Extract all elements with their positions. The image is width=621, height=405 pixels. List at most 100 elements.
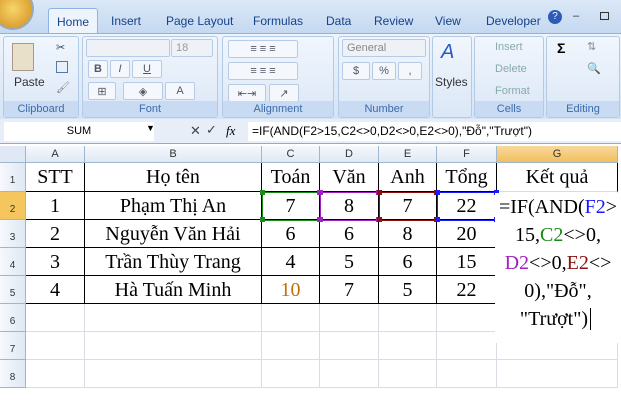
indent-buttons[interactable]: ⇤⇥ <box>228 84 266 102</box>
cell-F6[interactable] <box>437 304 497 332</box>
row-header-8[interactable]: 8 <box>0 360 26 388</box>
tab-review[interactable]: Review <box>366 8 421 34</box>
ref-handle[interactable] <box>318 190 323 195</box>
cell-A8[interactable] <box>26 360 85 388</box>
cell-G2-editor[interactable]: =IF(AND(F2> 15,C2<>0, D2<>0,E2<> 0),"Đỗ", "T… <box>495 193 621 343</box>
vertical-align-buttons[interactable]: ≡ ≡ ≡ <box>228 40 298 58</box>
cell-F5[interactable]: 22 <box>437 276 497 304</box>
paste-button[interactable]: Paste <box>14 75 45 89</box>
column-header-E[interactable]: E <box>379 146 437 163</box>
orientation-button[interactable]: ↗ <box>269 84 299 102</box>
cell-A6[interactable] <box>26 304 85 332</box>
ref-handle[interactable] <box>377 190 382 195</box>
copy-icon[interactable] <box>56 61 68 73</box>
cell-C6[interactable] <box>262 304 320 332</box>
help-icon[interactable]: ? <box>548 10 562 24</box>
select-all-button[interactable] <box>0 146 26 163</box>
column-header-B[interactable]: B <box>85 146 262 163</box>
enter-icon[interactable]: ✓ <box>206 122 217 138</box>
row-header-5[interactable]: 5 <box>0 276 26 304</box>
restore-icon[interactable] <box>600 12 609 20</box>
cell-F3[interactable]: 20 <box>437 220 497 248</box>
number-format-select[interactable]: General <box>342 39 426 57</box>
ref-handle[interactable] <box>377 217 382 222</box>
column-header-D[interactable]: D <box>320 146 379 163</box>
cell-D8[interactable] <box>320 360 379 388</box>
cell-C8[interactable] <box>262 360 320 388</box>
cell-C5[interactable]: 10 <box>262 276 320 304</box>
cell-F8[interactable] <box>437 360 497 388</box>
minimize-icon[interactable]: – <box>573 10 579 22</box>
font-size-select[interactable]: 18 <box>171 39 213 57</box>
comma-button[interactable]: , <box>398 62 422 80</box>
delete-cells-button[interactable]: Delete <box>495 63 527 75</box>
fill-color-button[interactable]: ◈ <box>123 82 163 100</box>
cut-icon[interactable]: ✂ <box>56 41 65 54</box>
row-header-6[interactable]: 6 <box>0 304 26 332</box>
formula-input[interactable]: =IF(AND(F2>15,C2<>0,D2<>0,E2<>0),"Đỗ","T… <box>248 122 621 141</box>
ref-handle[interactable] <box>435 190 440 195</box>
insert-function-button[interactable]: fx <box>226 123 235 139</box>
format-cells-button[interactable]: Format <box>495 85 530 97</box>
name-box-dropdown-icon[interactable]: ▼ <box>146 123 155 133</box>
column-header-C[interactable]: C <box>262 146 320 163</box>
cell-E4[interactable]: 6 <box>379 248 437 276</box>
tab-view[interactable]: View <box>427 8 469 34</box>
cell-E1[interactable]: Anh <box>379 163 437 192</box>
cell-E6[interactable] <box>379 304 437 332</box>
cell-E5[interactable]: 5 <box>379 276 437 304</box>
office-button[interactable] <box>0 0 34 30</box>
font-name-select[interactable] <box>86 39 170 57</box>
cell-D1[interactable]: Văn <box>320 163 379 192</box>
cell-B2[interactable]: Phạm Thị An <box>85 192 262 220</box>
ref-handle[interactable] <box>435 217 440 222</box>
cell-C1[interactable]: Toán <box>262 163 320 192</box>
cell-A3[interactable]: 2 <box>26 220 85 248</box>
ref-handle[interactable] <box>260 217 265 222</box>
font-color-button[interactable]: A <box>165 82 195 100</box>
cell-D4[interactable]: 5 <box>320 248 379 276</box>
cell-C3[interactable]: 6 <box>262 220 320 248</box>
cell-E3[interactable]: 8 <box>379 220 437 248</box>
cell-A4[interactable]: 3 <box>26 248 85 276</box>
cell-B6[interactable] <box>85 304 262 332</box>
tab-page-layout[interactable]: Page Layout <box>158 8 241 34</box>
cell-A2[interactable]: 1 <box>26 192 85 220</box>
cell-E8[interactable] <box>379 360 437 388</box>
column-header-A[interactable]: A <box>26 146 85 163</box>
tab-insert[interactable]: Insert <box>103 8 149 34</box>
currency-button[interactable]: $ <box>342 62 370 80</box>
name-box[interactable]: SUM <box>4 122 154 141</box>
tab-home[interactable]: Home <box>48 8 99 34</box>
italic-button[interactable]: I <box>110 60 130 78</box>
horizontal-align-buttons[interactable]: ≡ ≡ ≡ <box>228 62 298 80</box>
cell-D6[interactable] <box>320 304 379 332</box>
cell-F1[interactable]: Tổng <box>437 163 497 192</box>
format-painter-icon[interactable]: 🖌 <box>56 81 70 94</box>
underline-button[interactable]: U <box>132 60 162 78</box>
cell-B7[interactable] <box>85 332 262 360</box>
row-header-7[interactable]: 7 <box>0 332 26 360</box>
cell-E7[interactable] <box>379 332 437 360</box>
cell-B3[interactable]: Nguyễn Văn Hải <box>85 220 262 248</box>
bold-button[interactable]: B <box>88 60 108 78</box>
borders-button[interactable]: ⊞ <box>88 82 116 100</box>
ref-handle[interactable] <box>318 217 323 222</box>
row-header-2[interactable]: 2 <box>0 192 26 220</box>
insert-cells-button[interactable]: Insert <box>495 41 523 53</box>
cell-G8[interactable] <box>497 360 618 388</box>
cell-G1[interactable]: Kết quả <box>497 163 618 192</box>
row-header-3[interactable]: 3 <box>0 220 26 248</box>
tab-data[interactable]: Data <box>318 8 359 34</box>
cell-B8[interactable] <box>85 360 262 388</box>
autosum-button[interactable]: Σ <box>557 40 565 56</box>
ref-handle[interactable] <box>260 190 265 195</box>
cell-D7[interactable] <box>320 332 379 360</box>
cell-F4[interactable]: 15 <box>437 248 497 276</box>
styles-button[interactable]: Styles <box>435 75 468 89</box>
cell-C4[interactable]: 4 <box>262 248 320 276</box>
cell-B1[interactable]: Họ tên <box>85 163 262 192</box>
column-header-G[interactable]: G <box>497 146 618 163</box>
tab-formulas[interactable]: Formulas <box>245 8 311 34</box>
tab-developer[interactable]: Developer <box>478 8 549 34</box>
